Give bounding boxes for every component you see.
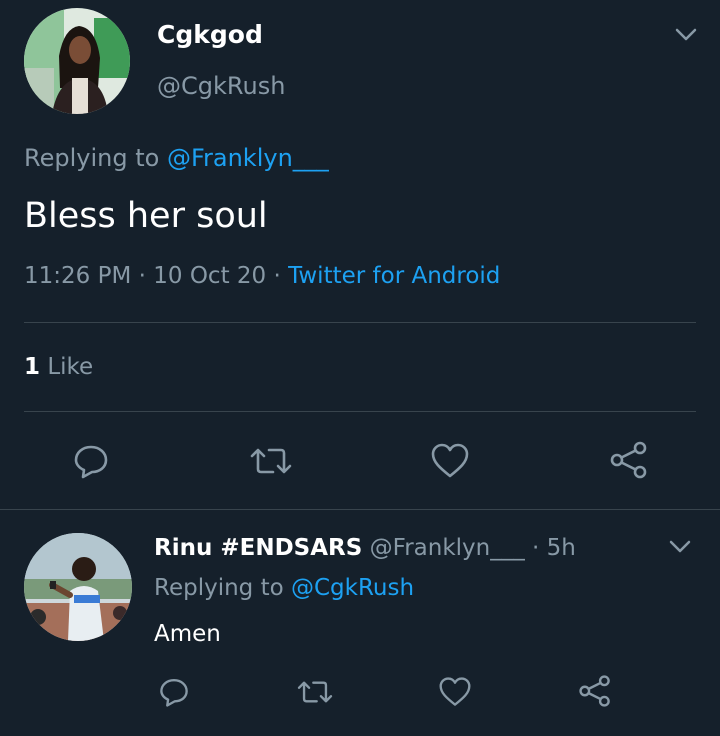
divider	[24, 322, 696, 323]
avatar[interactable]	[24, 533, 132, 641]
share-icon[interactable]	[578, 674, 612, 708]
reply-icon[interactable]	[72, 442, 110, 480]
meta-separator: ·	[273, 263, 281, 289]
tweet-date: 10 Oct 20	[153, 263, 267, 289]
tweet-separator	[0, 509, 720, 510]
avatar[interactable]	[24, 8, 130, 114]
retweet-icon[interactable]	[296, 676, 334, 708]
reply-icon[interactable]	[158, 676, 190, 708]
user-handle[interactable]: @Franklyn___	[370, 535, 525, 561]
tweet-source[interactable]: Twitter for Android	[288, 263, 500, 289]
tweet-meta: 11:26 PM · 10 Oct 20 · Twitter for Andro…	[24, 263, 500, 289]
retweet-icon[interactable]	[249, 442, 293, 480]
replying-to-label: Replying to	[24, 144, 160, 172]
replying-to-line: Replying to @CgkRush	[154, 575, 414, 601]
chevron-down-icon[interactable]	[668, 538, 692, 556]
user-handle[interactable]: @CgkRush	[157, 72, 285, 100]
tweet-text: Bless her soul	[24, 196, 268, 236]
reply-header: Rinu #ENDSARS @Franklyn___ · 5h	[154, 535, 576, 561]
replying-to-handle[interactable]: @Franklyn___	[167, 144, 329, 172]
tweet-time: 11:26 PM	[24, 263, 132, 289]
divider	[24, 411, 696, 412]
display-name[interactable]: Rinu #ENDSARS	[154, 535, 362, 561]
replying-to-handle[interactable]: @CgkRush	[291, 575, 414, 601]
tweet-text: Amen	[154, 621, 221, 647]
profile-photo	[24, 533, 132, 641]
profile-photo	[24, 8, 130, 114]
likes-label: Like	[47, 354, 94, 380]
likes-stat[interactable]: 1 Like	[24, 354, 93, 380]
tweet-age: · 5h	[532, 535, 576, 561]
chevron-down-icon[interactable]	[674, 26, 698, 44]
share-icon[interactable]	[609, 440, 649, 480]
display-name[interactable]: Cgkgod	[157, 20, 263, 49]
likes-count: 1	[24, 354, 41, 380]
replying-to-line: Replying to @Franklyn___	[24, 144, 329, 172]
like-icon[interactable]	[438, 676, 472, 708]
like-icon[interactable]	[430, 442, 470, 480]
meta-separator: ·	[138, 263, 146, 289]
replying-to-label: Replying to	[154, 575, 284, 601]
